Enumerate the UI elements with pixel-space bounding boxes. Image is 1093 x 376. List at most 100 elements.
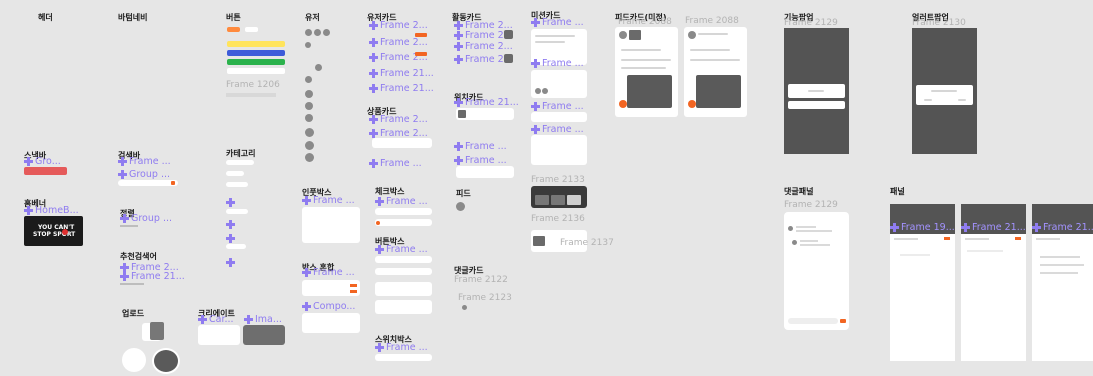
instance-panel-2[interactable]: Frame 21... xyxy=(961,222,1026,233)
user-avatar-12[interactable] xyxy=(305,153,314,162)
instance-box-compo[interactable]: Compo... xyxy=(302,301,355,312)
instance-category-3[interactable] xyxy=(226,234,235,243)
watch-card-preview-2[interactable] xyxy=(456,166,514,178)
instance-user-card-5[interactable]: Frame 21... xyxy=(369,83,434,94)
instance-create-car[interactable]: Car... xyxy=(198,314,234,325)
button-box-row-4[interactable] xyxy=(375,300,432,314)
upload-tile-photo[interactable] xyxy=(150,322,164,340)
search-bar-preview[interactable] xyxy=(118,180,178,186)
instance-box-frame[interactable]: Frame ... xyxy=(302,267,355,278)
button-yellow[interactable] xyxy=(227,41,285,47)
user-avatar-9[interactable] xyxy=(305,114,313,122)
button-box-row-3[interactable] xyxy=(375,282,432,296)
category-chip-3[interactable] xyxy=(226,182,248,187)
instance-search-group[interactable]: Group ... xyxy=(118,169,170,180)
feed-card-preview-2[interactable] xyxy=(684,27,747,117)
instance-product-3[interactable]: Frame ... xyxy=(369,158,422,169)
instance-mission-3[interactable]: Frame ... xyxy=(531,101,584,112)
user-avatar-6[interactable] xyxy=(305,76,312,83)
user-card-follow-button[interactable] xyxy=(415,33,427,37)
home-banner-preview[interactable]: YOU CAN'T STOP SPORT xyxy=(24,216,83,246)
alert-popup-frame[interactable] xyxy=(912,28,977,154)
instance-category-4[interactable] xyxy=(226,258,235,267)
sort-preview[interactable] xyxy=(120,225,138,227)
button-white-small[interactable] xyxy=(245,27,258,32)
user-card-follow-button-2[interactable] xyxy=(415,52,427,56)
instance-activity-3[interactable]: Frame 2... xyxy=(454,41,513,52)
user-avatar-11[interactable] xyxy=(305,141,314,150)
instance-home-banner[interactable]: HomeB... xyxy=(24,205,79,216)
user-avatar-5[interactable] xyxy=(315,64,322,71)
button-orange-small[interactable] xyxy=(227,27,240,32)
panel-1-frame[interactable] xyxy=(890,234,955,361)
product-card-preview[interactable] xyxy=(372,138,432,148)
function-popup-sheet[interactable] xyxy=(788,84,845,98)
instance-category-2[interactable] xyxy=(226,220,235,229)
instance-product-1[interactable]: Frame 2... xyxy=(369,114,428,125)
feed-card-like-icon[interactable] xyxy=(619,100,627,108)
button-box-row-1[interactable] xyxy=(375,256,432,263)
instance-input-frame[interactable]: Frame ... xyxy=(302,195,355,206)
feed-card-preview-1[interactable] xyxy=(615,27,678,117)
panel-close-icon[interactable] xyxy=(1015,237,1021,240)
user-avatar-10[interactable] xyxy=(305,128,314,137)
watch-card-preview[interactable] xyxy=(456,108,514,120)
user-avatar-7[interactable] xyxy=(305,90,313,98)
input-box-preview[interactable] xyxy=(302,207,360,243)
alert-confirm-button[interactable] xyxy=(958,99,966,101)
comment-panel-frame[interactable] xyxy=(784,212,849,330)
alert-popup-dialog[interactable] xyxy=(916,85,973,105)
category-chip-1[interactable] xyxy=(226,160,254,165)
mission-dark-card[interactable] xyxy=(531,186,587,208)
button-white[interactable] xyxy=(227,68,285,74)
function-popup-cancel[interactable] xyxy=(788,101,845,109)
comment-input[interactable] xyxy=(788,318,838,324)
category-chip-2[interactable] xyxy=(226,171,244,176)
upload-circle-photo[interactable] xyxy=(152,348,180,374)
button-box-row-2[interactable] xyxy=(375,268,432,275)
instance-mission-4[interactable]: Frame ... xyxy=(531,124,584,135)
function-popup-frame[interactable] xyxy=(784,28,849,154)
instance-mission-1[interactable]: Frame ... xyxy=(531,17,584,28)
instance-search-frame[interactable]: Frame ... xyxy=(118,156,171,167)
instance-checkbox-frame[interactable]: Frame ... xyxy=(375,196,428,207)
instance-watch-3[interactable]: Frame ... xyxy=(454,155,507,166)
instance-panel-3[interactable]: Frame 21... xyxy=(1032,222,1093,233)
checkbox-row-2[interactable] xyxy=(375,219,432,226)
instance-snackbar[interactable]: Gro... xyxy=(24,156,61,167)
instance-watch-2[interactable]: Frame ... xyxy=(454,141,507,152)
category-chip-4[interactable] xyxy=(226,209,248,214)
instance-sort-group[interactable]: Group ... xyxy=(120,213,172,224)
user-avatar-8[interactable] xyxy=(305,102,313,110)
upload-circle-1[interactable] xyxy=(122,348,146,372)
instance-user-card-2[interactable]: Frame 2... xyxy=(369,37,428,48)
user-avatar-2[interactable] xyxy=(314,29,321,36)
feed-card-like-icon[interactable] xyxy=(688,100,696,108)
instance-watch-1[interactable]: Frame 21... xyxy=(454,97,519,108)
mission-card-preview-3[interactable] xyxy=(531,112,587,122)
box-combined-preview-2[interactable] xyxy=(302,313,360,333)
user-avatar-3[interactable] xyxy=(323,29,330,36)
design-canvas[interactable]: 헤더 스낵바 Gro... 홈베너 HomeB... YOU CAN'T STO… xyxy=(0,0,1093,376)
create-card-preview[interactable] xyxy=(198,325,240,345)
user-avatar-1[interactable] xyxy=(305,29,312,36)
instance-button-box[interactable]: Frame ... xyxy=(375,244,428,255)
create-image-preview[interactable] xyxy=(243,325,285,345)
switch-box-preview[interactable] xyxy=(375,354,432,361)
instance-panel-1[interactable]: Frame 19... xyxy=(890,222,955,233)
instance-recommend-2[interactable]: Frame 21... xyxy=(120,271,185,282)
comment-send-icon[interactable] xyxy=(840,319,846,323)
checkbox-row-1[interactable] xyxy=(375,208,432,215)
instance-switch-box[interactable]: Frame ... xyxy=(375,342,428,353)
snackbar-preview[interactable] xyxy=(24,167,67,175)
panel-2-frame[interactable] xyxy=(961,234,1026,361)
panel-3-frame[interactable] xyxy=(1032,234,1093,361)
category-chip-5[interactable] xyxy=(226,244,246,249)
user-avatar-4[interactable] xyxy=(305,42,311,48)
button-green[interactable] xyxy=(227,59,285,65)
instance-user-card-4[interactable]: Frame 21... xyxy=(369,68,434,79)
instance-user-card-1[interactable]: Frame 2... xyxy=(369,20,428,31)
button-blue[interactable] xyxy=(227,50,285,56)
alert-cancel-button[interactable] xyxy=(924,99,932,101)
recommend-preview[interactable] xyxy=(120,283,144,285)
